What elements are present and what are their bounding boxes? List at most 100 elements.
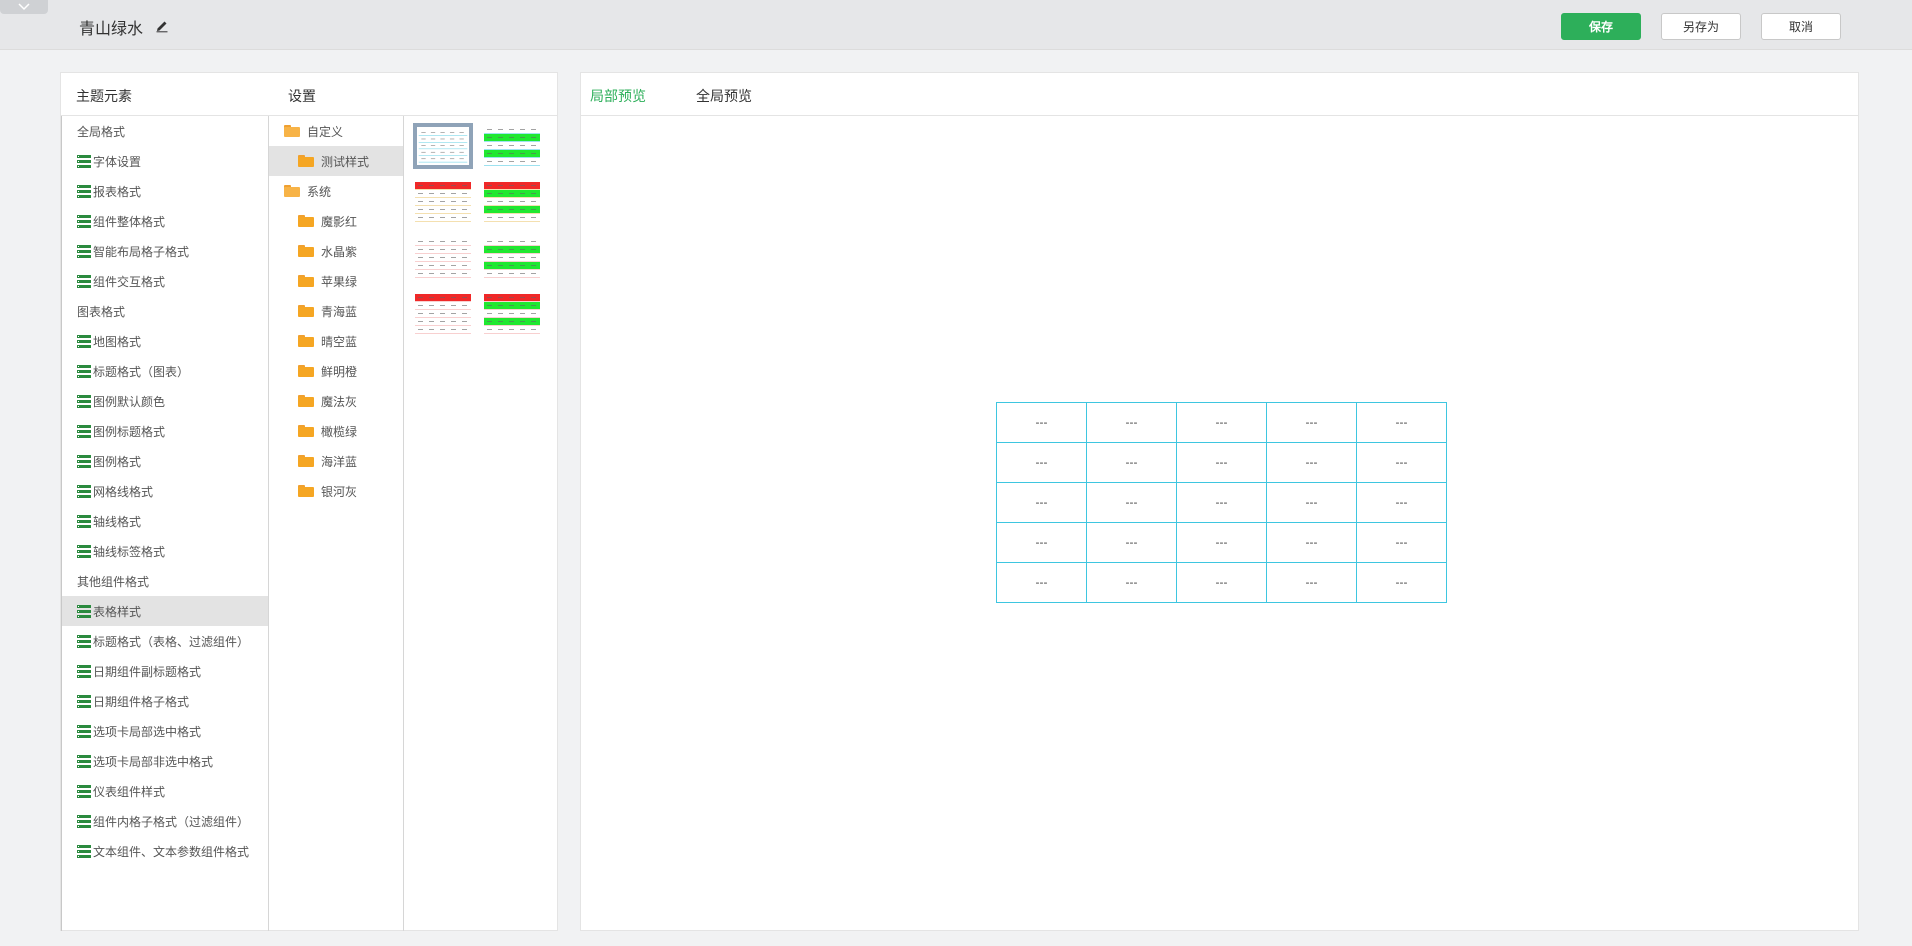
table-cell: --- [996,482,1087,523]
element-label: 选项卡局部非选中格式 [93,754,214,769]
table-cell: --- [996,562,1087,603]
style-thumbnail[interactable] [482,123,542,169]
element-item[interactable]: 日期组件副标题格式 [62,656,268,686]
element-label: 其他组件格式 [77,574,150,589]
cancel-button[interactable]: 取消 [1761,13,1841,40]
element-item[interactable]: 字体设置 [62,146,268,176]
theme-elements-list: 全局格式字体设置报表格式组件整体格式智能布局格子格式组件交互格式图表格式地图格式… [61,116,269,931]
style-thumbnail[interactable] [413,235,473,281]
style-thumbnail[interactable] [482,235,542,281]
element-item[interactable]: 图例格式 [62,446,268,476]
style-thumbnail[interactable] [482,179,542,225]
collapse-toggle[interactable] [0,0,48,14]
element-label: 组件交互格式 [93,274,166,289]
element-label: 标题格式（表格、过滤组件） [93,634,250,649]
tree-style-item[interactable]: 魔影红 [269,206,403,236]
tree-style-item[interactable]: 晴空蓝 [269,326,403,356]
element-item[interactable]: 仪表组件样式 [62,776,268,806]
element-item[interactable]: 轴线格式 [62,506,268,536]
theme-title-text: 青山绿水 [79,19,144,38]
list-icon [77,694,91,708]
style-thumbnail[interactable] [413,123,473,169]
element-item[interactable]: 地图格式 [62,326,268,356]
tree-label: 系统 [307,184,332,199]
element-item[interactable]: 日期组件格子格式 [62,686,268,716]
tree-label: 海洋蓝 [321,454,358,469]
table-cell: --- [1086,482,1177,523]
element-item[interactable]: 报表格式 [62,176,268,206]
element-label: 组件内格子格式（过滤组件） [93,814,250,829]
element-item[interactable]: 轴线标签格式 [62,536,268,566]
theme-settings-panel: 主题元素 设置 全局格式字体设置报表格式组件整体格式智能布局格子格式组件交互格式… [60,72,558,931]
list-icon [77,844,91,858]
element-label: 组件整体格式 [93,214,166,229]
element-label: 地图格式 [93,334,142,349]
tree-style-item[interactable]: 鲜明橙 [269,356,403,386]
element-label: 网格线格式 [93,484,154,499]
element-item[interactable]: 标题格式（表格、过滤组件） [62,626,268,656]
element-label: 选项卡局部选中格式 [93,724,202,739]
settings-panel-header: 主题元素 设置 [61,73,557,116]
tree-label: 鲜明橙 [321,364,358,379]
table-row: --- --- --- --- --- [996,402,1447,443]
list-icon [77,154,91,168]
list-icon [77,634,91,648]
chevron-down-icon [18,3,30,11]
tree-style-item[interactable]: 海洋蓝 [269,446,403,476]
tab-global-preview[interactable]: 全局预览 [696,86,752,106]
element-item[interactable]: 网格线格式 [62,476,268,506]
style-thumbnail[interactable] [482,291,542,337]
element-item[interactable]: 图例默认颜色 [62,386,268,416]
element-item[interactable]: 标题格式（图表） [62,356,268,386]
table-cell: --- [1176,562,1267,603]
tree-label: 青海蓝 [321,304,358,319]
element-label: 图例标题格式 [93,424,166,439]
element-group[interactable]: 图表格式 [62,296,268,326]
element-item[interactable]: 组件交互格式 [62,266,268,296]
table-cell: --- [1176,482,1267,523]
element-item[interactable]: 选项卡局部非选中格式 [62,746,268,776]
folder-icon [298,245,314,257]
element-label: 仪表组件样式 [93,784,166,799]
folder-icon [298,155,314,167]
tree-style-item[interactable]: 银河灰 [269,476,403,506]
list-icon [77,394,91,408]
save-as-button[interactable]: 另存为 [1661,13,1741,40]
element-group[interactable]: 全局格式 [62,116,268,146]
list-icon [77,544,91,558]
element-item[interactable]: 图例标题格式 [62,416,268,446]
table-cell: --- [1356,402,1447,443]
save-button[interactable]: 保存 [1561,13,1641,40]
tree-style-item[interactable]: 魔法灰 [269,386,403,416]
tree-style-item[interactable]: 橄榄绿 [269,416,403,446]
style-thumbnail[interactable] [413,291,473,337]
list-icon [77,754,91,768]
element-item[interactable]: 选项卡局部选中格式 [62,716,268,746]
folder-icon [298,365,314,377]
tree-style-item[interactable]: 青海蓝 [269,296,403,326]
tree-label: 银河灰 [321,484,358,499]
tree-folder[interactable]: 自定义 [269,116,403,146]
element-label: 字体设置 [93,154,142,169]
tree-folder[interactable]: 系统 [269,176,403,206]
element-item[interactable]: 组件内格子格式（过滤组件） [62,806,268,836]
tree-style-item[interactable]: 水晶紫 [269,236,403,266]
tab-local-preview[interactable]: 局部预览 [590,86,646,106]
element-group[interactable]: 其他组件格式 [62,566,268,596]
table-style-preview [484,238,540,278]
list-icon [77,514,91,528]
table-cell: --- [1266,522,1357,563]
element-item[interactable]: 表格样式 [62,596,268,626]
tree-style-item[interactable]: 测试样式 [269,146,403,176]
tree-style-item[interactable]: 苹果绿 [269,266,403,296]
element-label: 图例默认颜色 [93,394,166,409]
element-item[interactable]: 文本组件、文本参数组件格式 [62,836,268,866]
element-item[interactable]: 智能布局格子格式 [62,236,268,266]
element-label: 标题格式（图表） [93,364,190,379]
element-item[interactable]: 组件整体格式 [62,206,268,236]
tree-label: 魔影红 [321,214,358,229]
style-thumbnail[interactable] [413,179,473,225]
tree-label: 橄榄绿 [321,424,358,439]
list-icon [77,364,91,378]
pencil-icon[interactable] [155,18,169,37]
